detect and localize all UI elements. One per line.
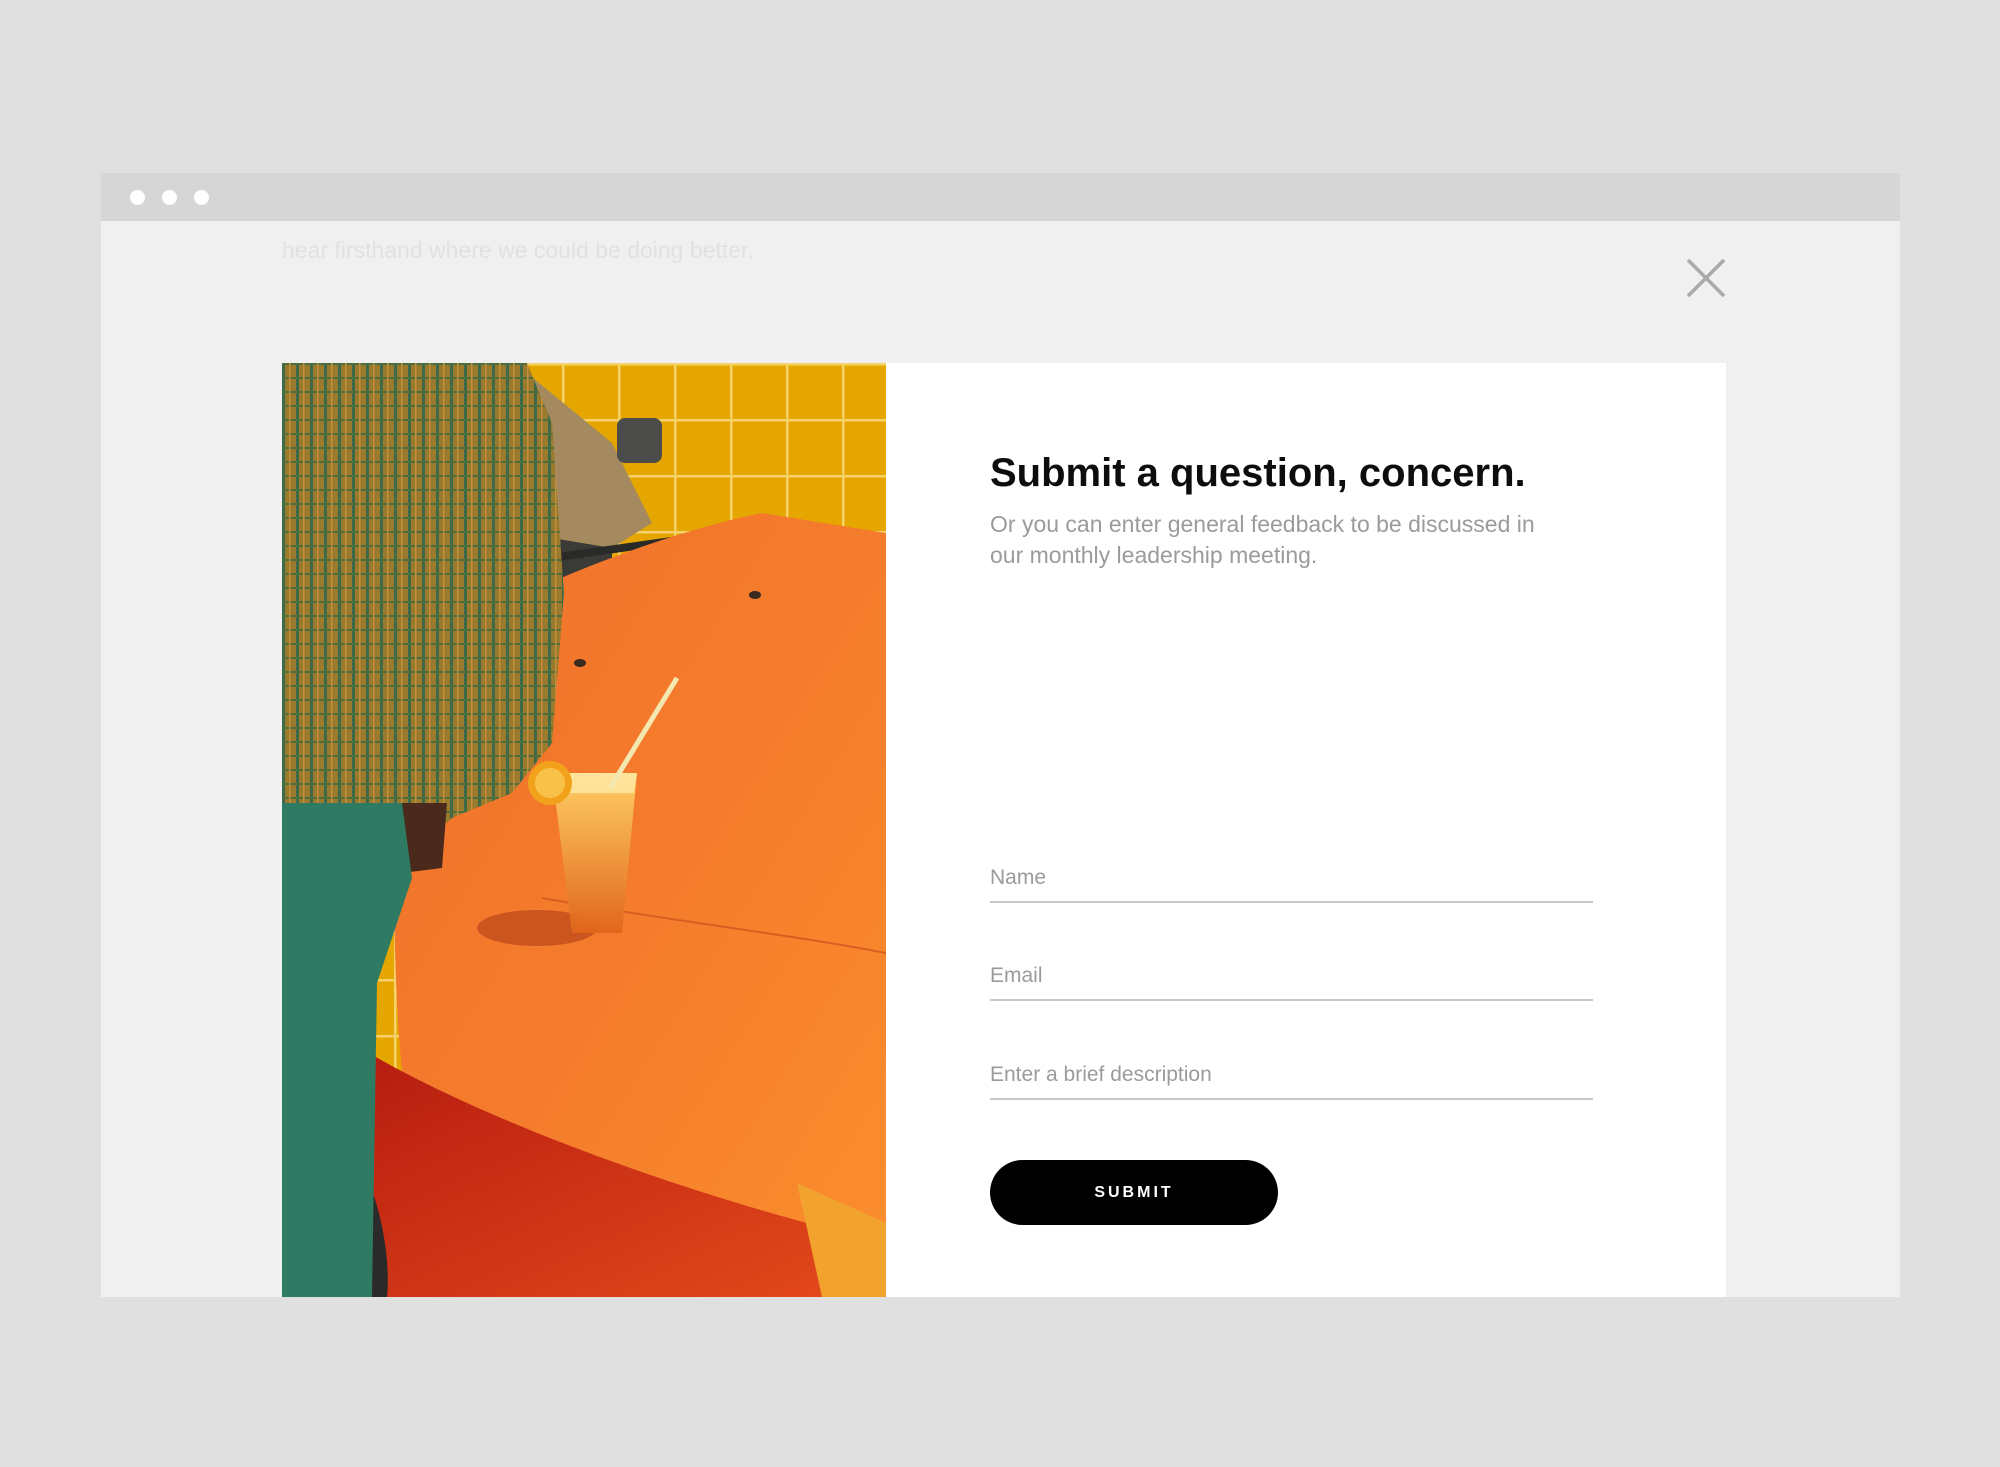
window-titlebar bbox=[101, 173, 1900, 221]
browser-window: hear firsthand where we could be doing b… bbox=[101, 173, 1900, 1297]
close-button[interactable] bbox=[1683, 255, 1729, 301]
email-field[interactable] bbox=[990, 953, 1593, 1001]
window-control-dot[interactable] bbox=[130, 190, 145, 205]
name-field[interactable] bbox=[990, 855, 1593, 903]
hero-photo bbox=[282, 363, 886, 1297]
submit-button[interactable]: SUBMIT bbox=[990, 1160, 1278, 1225]
modal-subtitle: Or you can enter general feedback to be … bbox=[990, 511, 1535, 568]
window-control-dot[interactable] bbox=[194, 190, 209, 205]
feedback-form: Submit a question, concern. Or you can e… bbox=[990, 363, 1650, 1297]
modal-title: Submit a question, concern. bbox=[990, 451, 1526, 495]
feedback-modal: Submit a question, concern. Or you can e… bbox=[282, 363, 1726, 1297]
description-field[interactable] bbox=[990, 1052, 1593, 1100]
background-page-text: hear firsthand where we could be doing b… bbox=[282, 237, 754, 263]
close-icon bbox=[1686, 258, 1726, 298]
window-control-dot[interactable] bbox=[162, 190, 177, 205]
